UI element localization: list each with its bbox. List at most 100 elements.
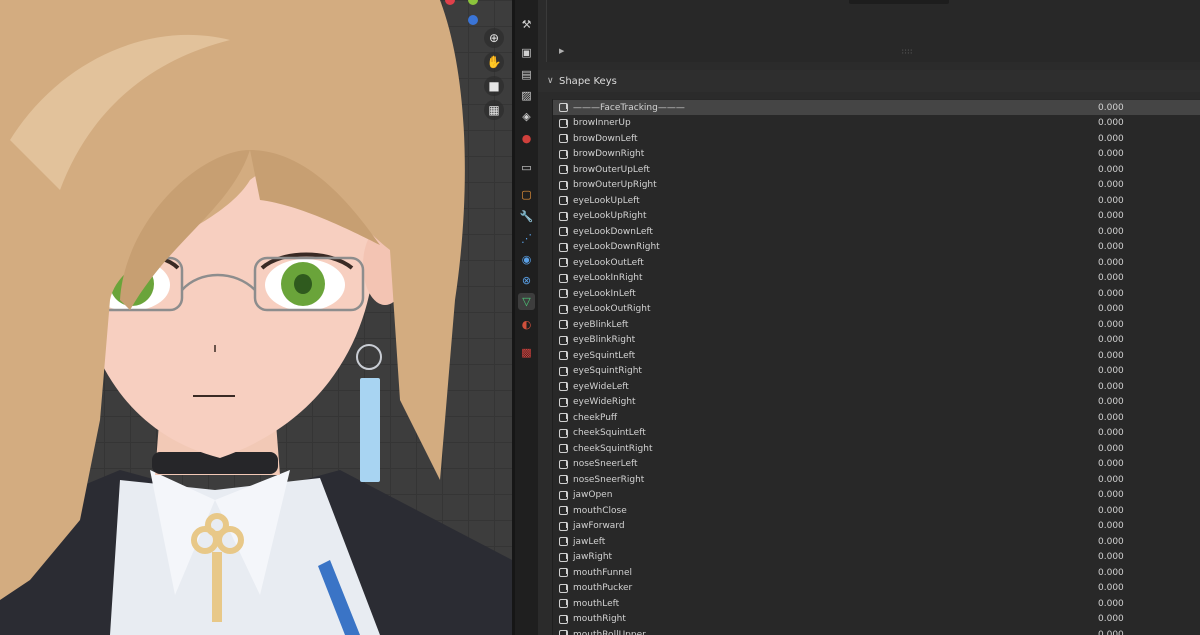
shape-key-value[interactable]: 0.000 <box>1098 428 1124 438</box>
shape-key-name[interactable]: mouthPucker <box>573 583 632 593</box>
list-filter-field[interactable] <box>849 0 949 4</box>
shape-key-row[interactable]: browOuterUpLeft 0.000 <box>553 162 1200 177</box>
camera-icon[interactable]: ■ <box>484 76 504 96</box>
shape-key-value[interactable]: 0.000 <box>1098 568 1124 578</box>
shape-key-value[interactable]: 0.000 <box>1098 196 1124 206</box>
shape-key-name[interactable]: eyeLookInRight <box>573 273 643 283</box>
shape-key-name[interactable]: eyeWideLeft <box>573 382 629 392</box>
scene-icon[interactable]: ◈ <box>518 108 535 125</box>
shape-key-row[interactable]: mouthRollUpper 0.000 <box>553 627 1200 635</box>
shape-key-name[interactable]: jawOpen <box>573 490 612 500</box>
shape-key-name[interactable]: mouthRight <box>573 614 626 624</box>
shape-key-row[interactable]: jawRight 0.000 <box>553 550 1200 565</box>
shape-key-row[interactable]: cheekPuff 0.000 <box>553 410 1200 425</box>
shape-key-row[interactable]: mouthLeft 0.000 <box>553 596 1200 611</box>
shape-key-name[interactable]: noseSneerLeft <box>573 459 638 469</box>
collection-icon[interactable]: ▭ <box>518 159 535 176</box>
shape-key-row[interactable]: eyeLookUpRight 0.000 <box>553 209 1200 224</box>
shape-key-name[interactable]: eyeWideRight <box>573 397 636 407</box>
shape-key-row[interactable]: eyeSquintLeft 0.000 <box>553 348 1200 363</box>
shape-key-name[interactable]: mouthRollUpper <box>573 630 646 635</box>
shape-key-name[interactable]: cheekSquintRight <box>573 444 653 454</box>
shape-key-name[interactable]: eyeLookOutRight <box>573 304 651 314</box>
shape-key-name[interactable]: browOuterUpRight <box>573 180 657 190</box>
shape-keys-list[interactable]: ———FaceTracking——— 0.000 browInnerUp 0.000 b… <box>552 99 1200 635</box>
physics-icon[interactable]: ◉ <box>518 251 535 268</box>
shape-key-row[interactable]: eyeWideLeft 0.000 <box>553 379 1200 394</box>
shape-key-value[interactable]: 0.000 <box>1098 134 1124 144</box>
shape-key-value[interactable]: 0.000 <box>1098 289 1124 299</box>
list-resize-grip[interactable]: ∷∷ <box>902 48 913 56</box>
shape-key-row[interactable]: eyeLookDownLeft 0.000 <box>553 224 1200 239</box>
shape-key-row[interactable]: eyeLookUpLeft 0.000 <box>553 193 1200 208</box>
shape-key-row[interactable]: eyeLookDownRight 0.000 <box>553 240 1200 255</box>
shape-key-value[interactable]: 0.000 <box>1098 537 1124 547</box>
shape-key-value[interactable]: 0.000 <box>1098 506 1124 516</box>
shape-key-value[interactable]: 0.000 <box>1098 444 1124 454</box>
shape-key-name[interactable]: jawForward <box>573 521 625 531</box>
shape-key-value[interactable]: 0.000 <box>1098 242 1124 252</box>
shape-key-name[interactable]: mouthClose <box>573 506 627 516</box>
view-layer-icon[interactable]: ▨ <box>518 87 535 104</box>
shape-key-value[interactable]: 0.000 <box>1098 103 1124 113</box>
shape-key-row[interactable]: mouthFunnel 0.000 <box>553 565 1200 580</box>
output-icon[interactable]: ▤ <box>518 66 535 83</box>
shape-key-row[interactable]: eyeWideRight 0.000 <box>553 395 1200 410</box>
gizmo-z-axis[interactable] <box>468 15 478 25</box>
shape-key-name[interactable]: eyeLookUpRight <box>573 211 646 221</box>
shape-key-value[interactable]: 0.000 <box>1098 521 1124 531</box>
shape-key-value[interactable]: 0.000 <box>1098 165 1124 175</box>
shape-key-row[interactable]: browOuterUpRight 0.000 <box>553 178 1200 193</box>
data-icon[interactable]: ▽ <box>518 293 535 310</box>
shape-key-name[interactable]: ———FaceTracking——— <box>573 103 685 113</box>
shape-key-row[interactable]: cheekSquintLeft 0.000 <box>553 426 1200 441</box>
shape-key-name[interactable]: browDownRight <box>573 149 644 159</box>
shape-key-row[interactable]: eyeLookInRight 0.000 <box>553 271 1200 286</box>
shape-key-row[interactable]: eyeLookOutRight 0.000 <box>553 302 1200 317</box>
shape-key-value[interactable]: 0.000 <box>1098 273 1124 283</box>
modifier-icon[interactable]: 🔧 <box>518 208 535 225</box>
shape-key-row[interactable]: eyeSquintRight 0.000 <box>553 364 1200 379</box>
shape-key-name[interactable]: eyeLookInLeft <box>573 289 636 299</box>
shape-key-name[interactable]: eyeBlinkRight <box>573 335 635 345</box>
tool-icon[interactable]: ⚒ <box>518 16 535 33</box>
shape-key-value[interactable]: 0.000 <box>1098 397 1124 407</box>
shape-key-value[interactable]: 0.000 <box>1098 366 1124 376</box>
shape-key-name[interactable]: eyeLookDownLeft <box>573 227 653 237</box>
render-icon[interactable]: ▣ <box>518 44 535 61</box>
shape-key-name[interactable]: noseSneerRight <box>573 475 644 485</box>
shape-key-name[interactable]: mouthLeft <box>573 599 619 609</box>
shape-key-value[interactable]: 0.000 <box>1098 118 1124 128</box>
shape-key-value[interactable]: 0.000 <box>1098 614 1124 624</box>
shape-key-value[interactable]: 0.000 <box>1098 211 1124 221</box>
shape-key-row[interactable]: mouthPucker 0.000 <box>553 581 1200 596</box>
shape-key-value[interactable]: 0.000 <box>1098 335 1124 345</box>
shape-key-name[interactable]: jawLeft <box>573 537 605 547</box>
shape-key-value[interactable]: 0.000 <box>1098 459 1124 469</box>
shape-key-row[interactable]: jawOpen 0.000 <box>553 488 1200 503</box>
shape-key-row[interactable]: eyeBlinkRight 0.000 <box>553 333 1200 348</box>
shape-key-name[interactable]: browDownLeft <box>573 134 638 144</box>
shape-key-row[interactable]: ———FaceTracking——— 0.000 <box>553 100 1200 115</box>
hand-icon[interactable]: ✋ <box>484 52 504 72</box>
shape-key-value[interactable]: 0.000 <box>1098 552 1124 562</box>
shape-key-row[interactable]: noseSneerRight 0.000 <box>553 472 1200 487</box>
3d-viewport[interactable]: ⊕ ✋ ■ ▦ <box>0 0 512 635</box>
shape-key-row[interactable]: mouthClose 0.000 <box>553 503 1200 518</box>
shape-key-row[interactable]: browDownLeft 0.000 <box>553 131 1200 146</box>
shape-key-name[interactable]: browOuterUpLeft <box>573 165 650 175</box>
shape-key-row[interactable]: eyeLookOutLeft 0.000 <box>553 255 1200 270</box>
shape-key-row[interactable]: mouthRight 0.000 <box>553 612 1200 627</box>
shape-key-value[interactable]: 0.000 <box>1098 630 1124 635</box>
shape-key-value[interactable]: 0.000 <box>1098 599 1124 609</box>
shape-key-name[interactable]: browInnerUp <box>573 118 631 128</box>
shape-key-value[interactable]: 0.000 <box>1098 227 1124 237</box>
shape-key-name[interactable]: eyeLookDownRight <box>573 242 660 252</box>
shape-key-name[interactable]: mouthFunnel <box>573 568 632 578</box>
shape-key-name[interactable]: cheekSquintLeft <box>573 428 646 438</box>
shape-key-row[interactable]: browInnerUp 0.000 <box>553 116 1200 131</box>
shape-key-row[interactable]: jawLeft 0.000 <box>553 534 1200 549</box>
shape-key-value[interactable]: 0.000 <box>1098 475 1124 485</box>
world-icon[interactable]: ● <box>518 130 535 147</box>
shape-key-name[interactable]: eyeSquintRight <box>573 366 642 376</box>
